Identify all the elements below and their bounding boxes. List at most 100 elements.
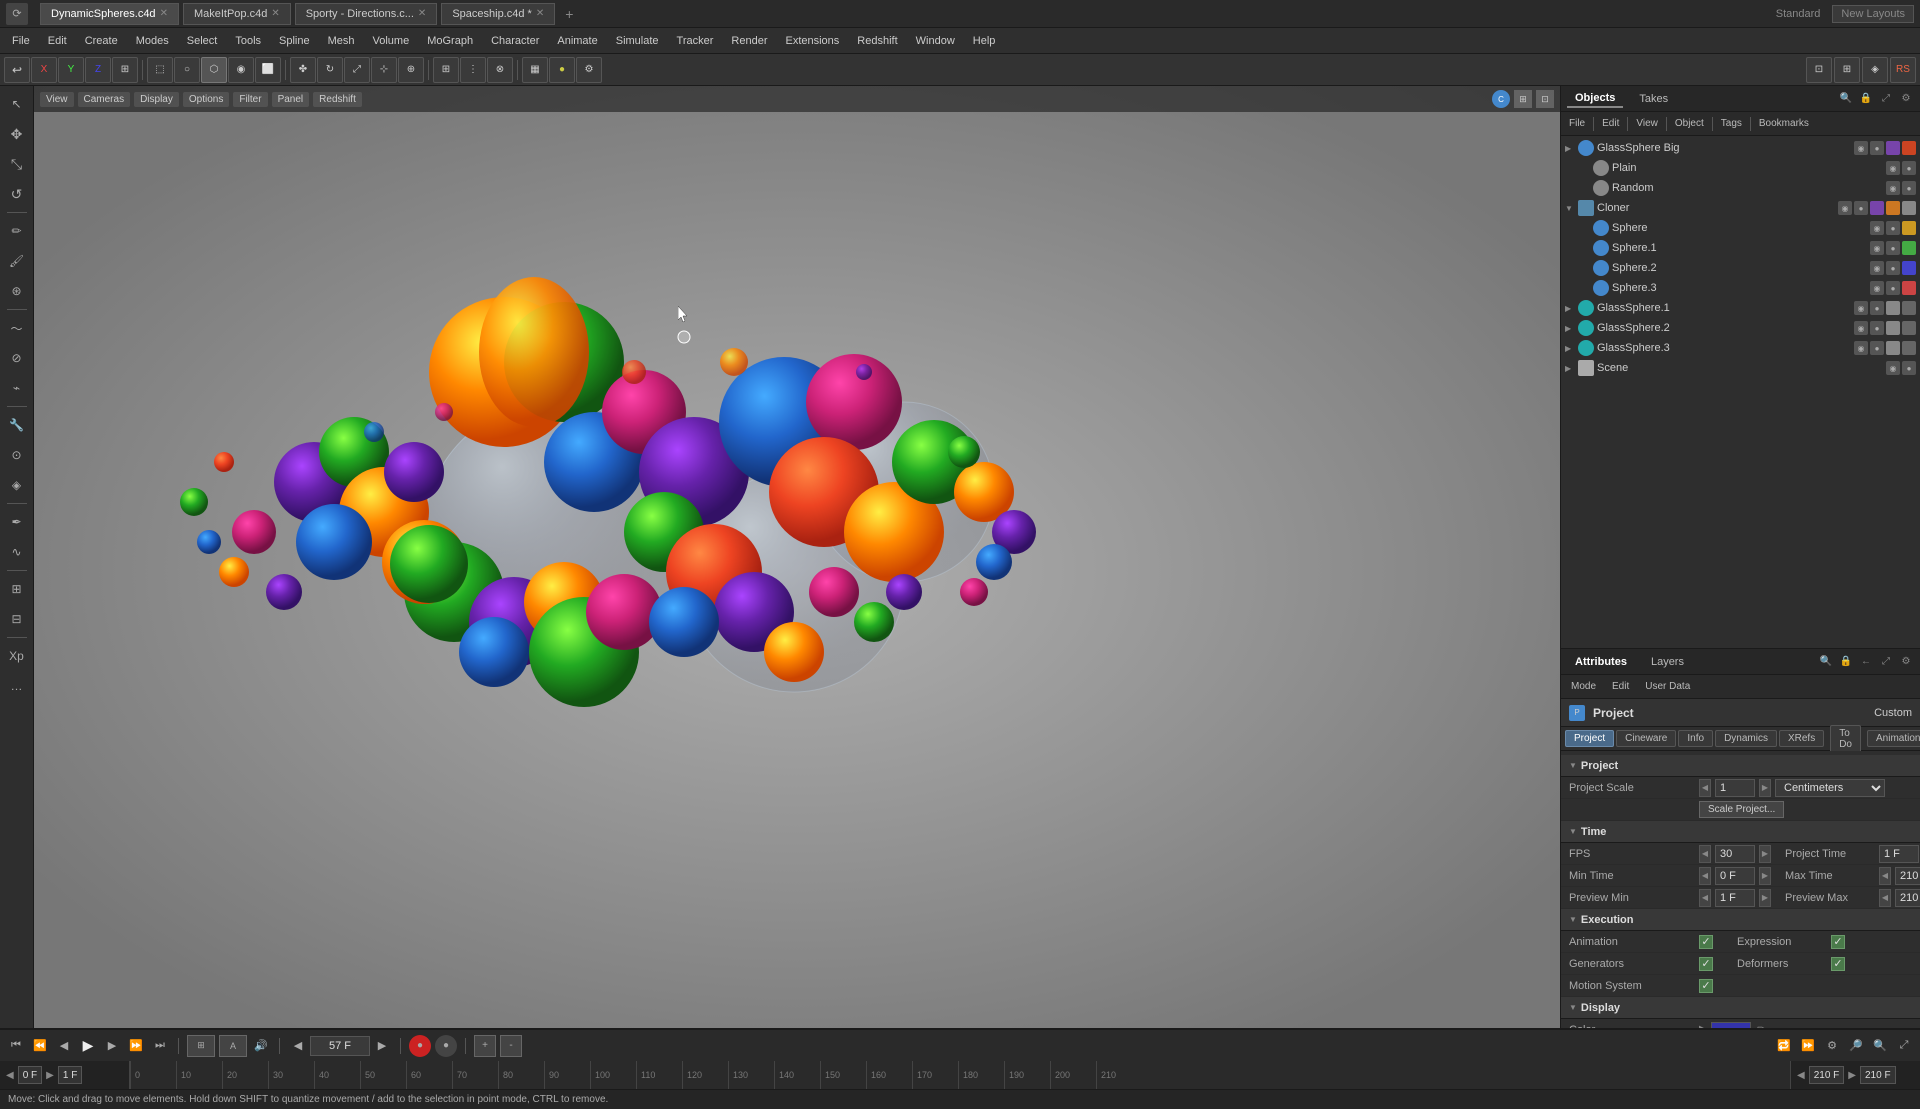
tool-scale[interactable]: ⤢ <box>344 57 370 83</box>
menu-edit[interactable]: Edit <box>40 33 75 49</box>
attr-color-swatch[interactable] <box>1711 1022 1751 1029</box>
fe-view[interactable]: View <box>1632 116 1662 131</box>
pb-frame-right[interactable]: ▶ <box>372 1036 392 1056</box>
fe-file[interactable]: File <box>1565 116 1589 131</box>
menu-mesh[interactable]: Mesh <box>320 33 363 49</box>
tab-close-0[interactable]: ✕ <box>160 8 168 19</box>
vp-menu-filter[interactable]: Filter <box>233 92 267 107</box>
menu-redshift[interactable]: Redshift <box>849 33 905 49</box>
tree-render-icon[interactable]: ● <box>1870 301 1884 315</box>
tool-x-axis[interactable]: X <box>31 57 57 83</box>
fe-edit[interactable]: Edit <box>1598 116 1623 131</box>
attr-dropdown-unit[interactable]: Centimeters Meters Inches <box>1775 779 1885 797</box>
attr-todo-tab[interactable]: To Do <box>1830 725 1861 753</box>
attr-previewmin-right[interactable]: ▶ <box>1759 889 1771 907</box>
attr-fps-left[interactable]: ◀ <box>1699 845 1711 863</box>
tl-end-frame[interactable]: 210 F <box>1809 1066 1845 1084</box>
attr-previewmin-left[interactable]: ◀ <box>1699 889 1711 907</box>
vp-menu-panel[interactable]: Panel <box>272 92 310 107</box>
tree-mat-icon[interactable] <box>1902 281 1916 295</box>
tab-close-3[interactable]: ✕ <box>536 8 544 19</box>
attr-sub-tab-dynamics[interactable]: Dynamics <box>1715 730 1777 747</box>
tl-step-frame[interactable]: 1 F <box>58 1066 82 1084</box>
tree-render-icon[interactable]: ● <box>1902 161 1916 175</box>
menu-help[interactable]: Help <box>965 33 1004 49</box>
attr-input-projtime[interactable]: 1 F <box>1879 845 1919 863</box>
tree-vis-icon[interactable]: ◉ <box>1886 361 1900 375</box>
tree-render-icon[interactable]: ● <box>1886 281 1900 295</box>
tree-render-icon[interactable]: ● <box>1886 221 1900 235</box>
tool-xpresso[interactable]: Xp <box>3 642 31 670</box>
fe-tags[interactable]: Tags <box>1717 116 1746 131</box>
tab-objects[interactable]: Objects <box>1567 90 1623 108</box>
tab-attributes[interactable]: Attributes <box>1567 654 1635 670</box>
tree-tag-icon2[interactable] <box>1902 141 1916 155</box>
tree-item-glasssphere3[interactable]: ▶ GlassSphere.3 ◉ ● <box>1561 338 1920 358</box>
attr-scale-project-btn[interactable]: Scale Project... <box>1699 801 1784 818</box>
viewport[interactable]: View Cameras Display Options Filter Pane… <box>34 86 1560 1028</box>
tree-tag-icon2[interactable] <box>1886 201 1900 215</box>
tree-vis-icon[interactable]: ◉ <box>1870 221 1884 235</box>
attr-userdata-btn[interactable]: User Data <box>1639 679 1696 694</box>
attr-maxtime-left[interactable]: ◀ <box>1879 867 1891 885</box>
attr-sub-tab-cineware[interactable]: Cineware <box>1616 730 1676 747</box>
tool-y-axis[interactable]: Y <box>58 57 84 83</box>
vp-menu-display[interactable]: Display <box>134 92 179 107</box>
tool-array-lt[interactable]: ⊞ <box>3 575 31 603</box>
attr-checkbox-expression[interactable]: ✓ <box>1831 935 1845 949</box>
pb-current-frame[interactable]: 57 F <box>310 1036 370 1056</box>
pb-goto-end[interactable]: ⏭ <box>150 1036 170 1056</box>
attr-input-previewmin[interactable]: 1 F <box>1715 889 1755 907</box>
tree-item-sphere1[interactable]: Sphere.1 ◉ ● <box>1561 238 1920 258</box>
menu-animate[interactable]: Animate <box>549 33 605 49</box>
tl-end-arrow-left[interactable]: ◀ <box>1797 1070 1805 1081</box>
attr-checkbox-motionsystem[interactable]: ✓ <box>1699 979 1713 993</box>
attr-input-maxtime[interactable]: 210 F <box>1895 867 1920 885</box>
menu-tracker[interactable]: Tracker <box>669 33 722 49</box>
tree-item-sphere3[interactable]: Sphere.3 ◉ ● <box>1561 278 1920 298</box>
attr-animation-tab[interactable]: Animation <box>1867 730 1920 747</box>
tree-render-icon[interactable]: ● <box>1902 181 1916 195</box>
tab-close-1[interactable]: ✕ <box>271 8 279 19</box>
tree-mat-icon[interactable] <box>1902 241 1916 255</box>
tree-item-glasssphere1[interactable]: ▶ GlassSphere.1 ◉ ● <box>1561 298 1920 318</box>
attr-checkbox-deformers[interactable]: ✓ <box>1831 957 1845 971</box>
tool-worldspace[interactable]: ⊞ <box>112 57 138 83</box>
tool-rotate-lt[interactable]: ↺ <box>3 180 31 208</box>
tree-item-glasssphere-big[interactable]: ▶ GlassSphere Big ◉ ● <box>1561 138 1920 158</box>
tool-object-manager[interactable]: ⊞ <box>1834 57 1860 83</box>
pb-next-frame[interactable]: ▶ <box>102 1036 122 1056</box>
attr-mode-btn[interactable]: Mode <box>1565 679 1602 694</box>
tree-vis-icon[interactable]: ◉ <box>1886 181 1900 195</box>
tab-takes[interactable]: Takes <box>1631 91 1676 107</box>
attr-input-previewmax[interactable]: 210 F <box>1895 889 1920 907</box>
project-section-header[interactable]: ▼ Project <box>1561 755 1920 777</box>
menu-tools[interactable]: Tools <box>227 33 269 49</box>
tab-layers[interactable]: Layers <box>1643 654 1692 670</box>
attr-edit-btn[interactable]: Edit <box>1606 679 1635 694</box>
tool-snap[interactable]: ⊞ <box>433 57 459 83</box>
tree-vis-icon[interactable]: ◉ <box>1854 301 1868 315</box>
menu-render[interactable]: Render <box>723 33 775 49</box>
tool-deform[interactable]: ◈ <box>3 471 31 499</box>
vp-menu-cameras[interactable]: Cameras <box>78 92 131 107</box>
tool-material-manager[interactable]: ◈ <box>1862 57 1888 83</box>
tree-tag-icon[interactable] <box>1886 341 1900 355</box>
tool-render[interactable]: ● <box>549 57 575 83</box>
tool-pen[interactable]: ✒ <box>3 508 31 536</box>
attr-input-project-scale[interactable] <box>1715 779 1755 797</box>
vp-menu-options[interactable]: Options <box>183 92 229 107</box>
attr-fps-right[interactable]: ▶ <box>1759 845 1771 863</box>
menu-extensions[interactable]: Extensions <box>777 33 847 49</box>
tool-bridge-lt[interactable]: ⌁ <box>3 374 31 402</box>
menu-create[interactable]: Create <box>77 33 126 49</box>
tool-move[interactable]: ✤ <box>290 57 316 83</box>
tl-end-arrow-right[interactable]: ▶ <box>1848 1070 1856 1081</box>
tool-paint[interactable]: 🖌 <box>3 247 31 275</box>
pb-timeline-options[interactable]: ⚙ <box>1822 1036 1842 1056</box>
attr-pencil-icon[interactable]: ✏ <box>1757 1024 1765 1028</box>
pb-record-grey[interactable]: ● <box>435 1035 457 1057</box>
tl-start-frame[interactable]: 0 F <box>18 1066 42 1084</box>
tool-z-axis[interactable]: Z <box>85 57 111 83</box>
pb-loop[interactable]: 🔁 <box>1774 1036 1794 1056</box>
